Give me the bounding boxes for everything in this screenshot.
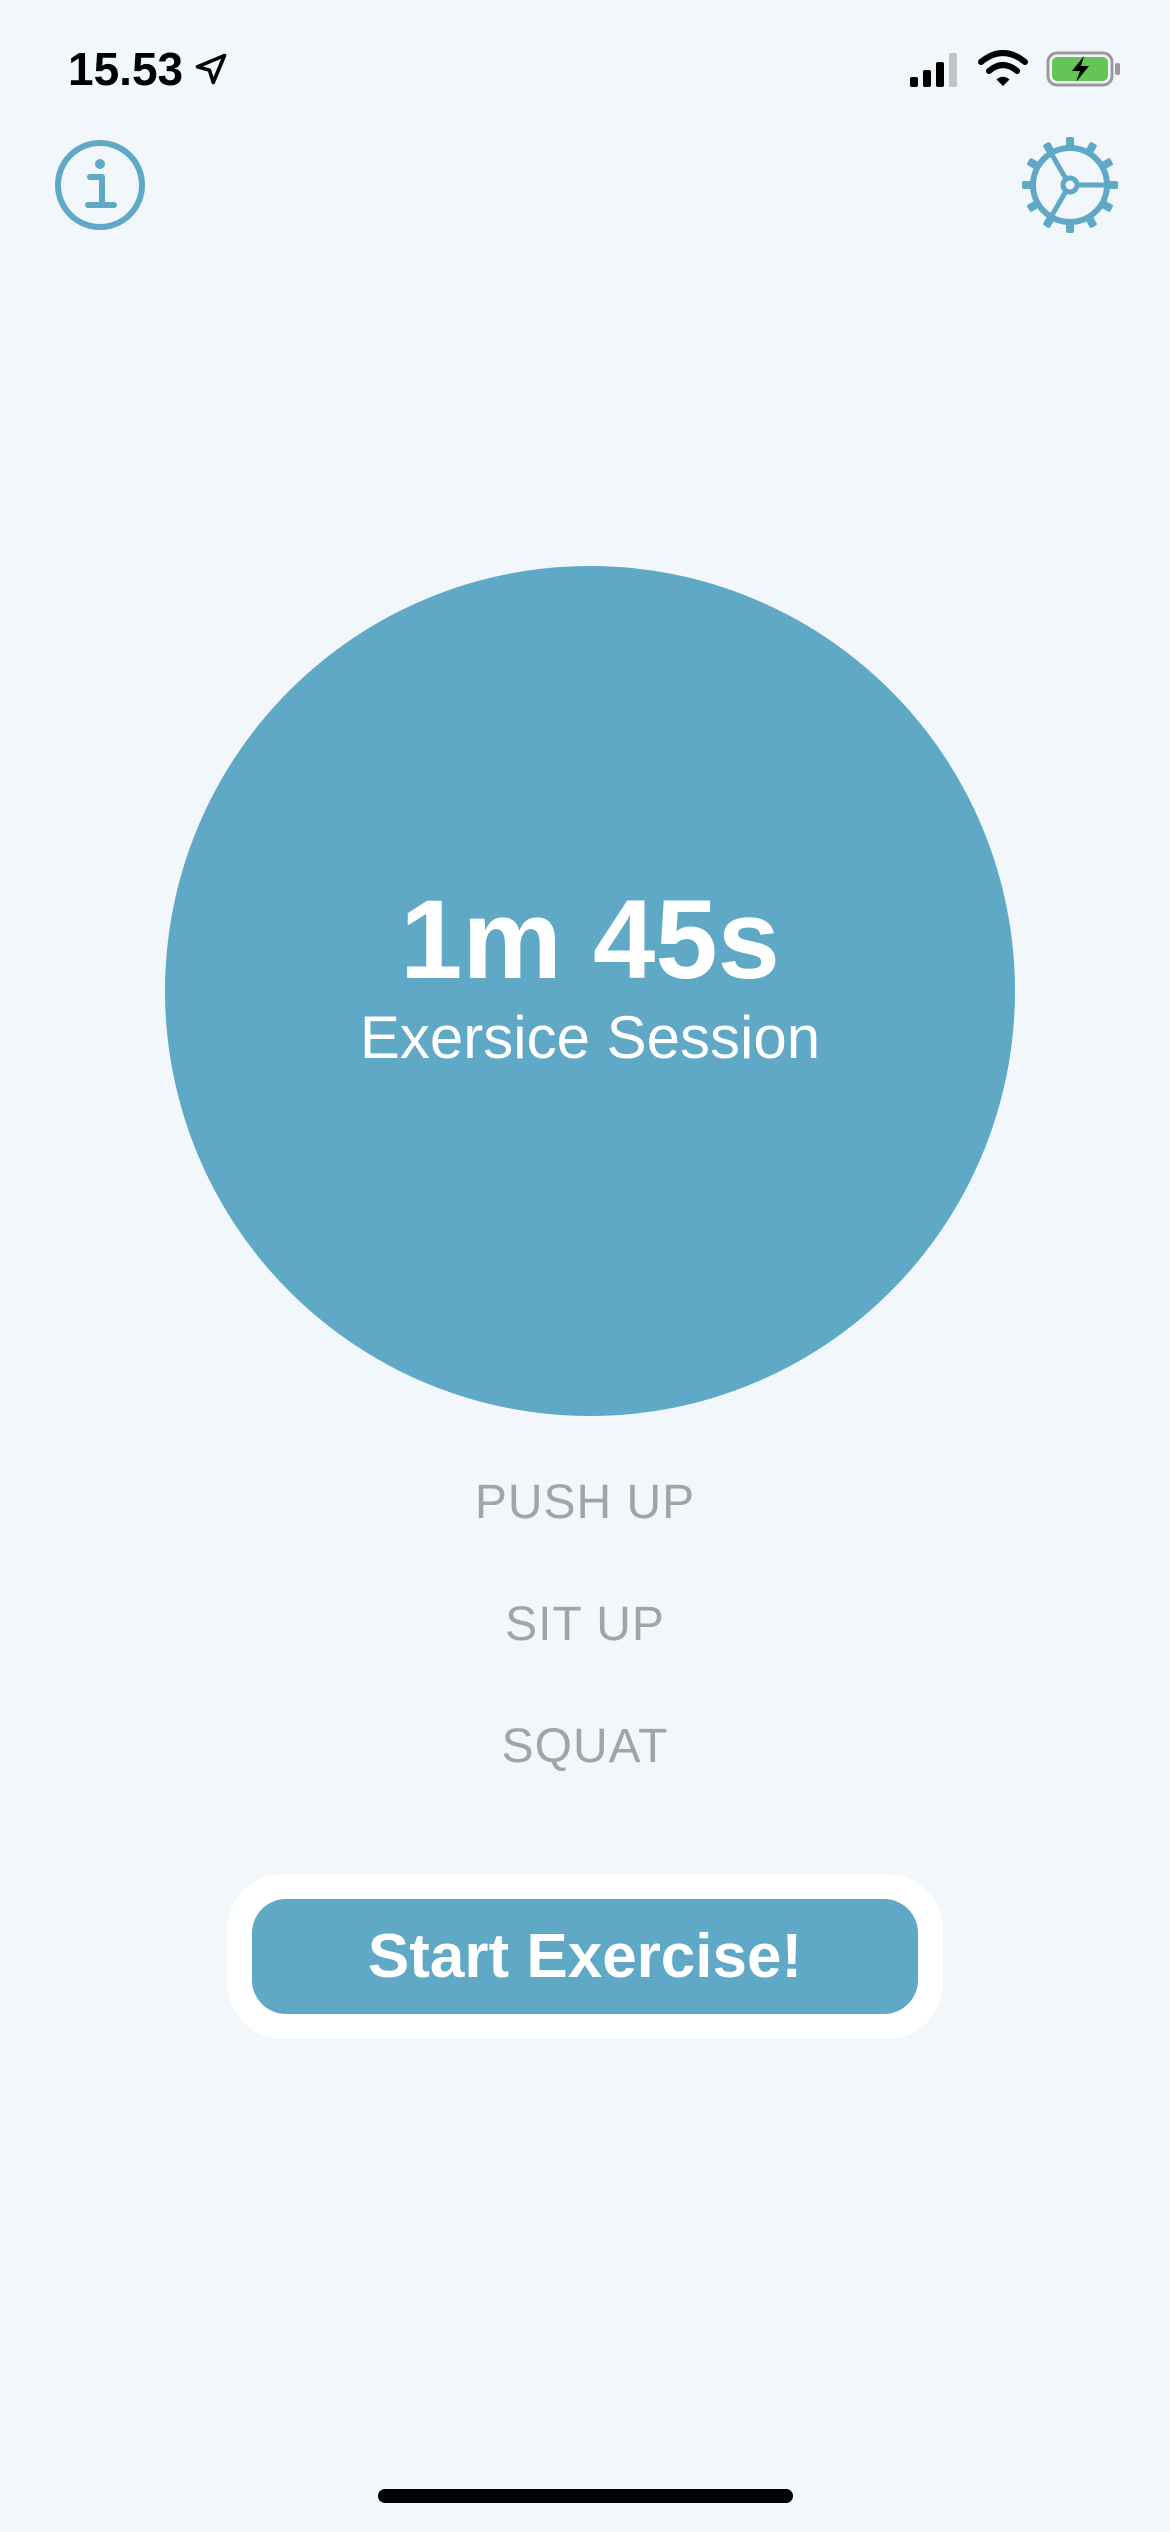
exercise-list: PUSH UP SIT UP SQUAT [0,1475,1170,1841]
home-indicator[interactable] [378,2489,793,2503]
exercise-item-sit-up[interactable]: SIT UP [0,1597,1170,1719]
start-exercise-button[interactable]: Start Exercise! [252,1899,918,2014]
exercise-item-push-up[interactable]: PUSH UP [0,1475,1170,1597]
start-button-frame: Start Exercise! [227,1874,943,2039]
battery-charging-icon [1046,51,1120,87]
info-icon [55,140,145,230]
location-arrow-icon [195,53,227,85]
settings-button[interactable] [1020,135,1120,235]
exercise-item-squat[interactable]: SQUAT [0,1719,1170,1841]
status-bar: 15.53 [0,0,1170,150]
info-button[interactable] [50,135,150,235]
status-icons [908,50,1122,88]
status-time: 15.53 [68,42,229,96]
gear-icon [1022,137,1118,233]
timer-circle: 1m 45s Exersice Session [165,566,1015,1416]
wifi-icon [978,50,1028,86]
time-label: 15.53 [68,43,184,95]
timer-caption: Exersice Session [359,1004,821,1071]
cellular-signal-icon [910,53,957,87]
timer-value: 1m 45s [400,877,780,1002]
